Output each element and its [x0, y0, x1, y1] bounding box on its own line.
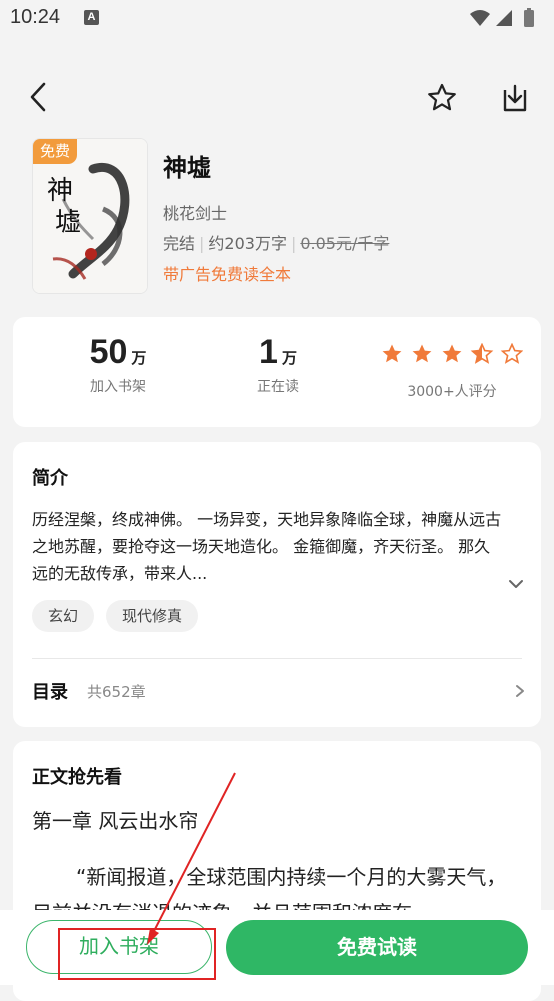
star-icon	[428, 83, 456, 111]
free-badge: 免费	[33, 139, 78, 164]
intro-card: 简介 历经涅槃，终成神佛。 一场异变，天地异象降临全球，神魔从远古之地苏醒，要抢…	[13, 442, 541, 727]
svg-text:神: 神	[47, 176, 73, 206]
shelf-label: 加入书架	[90, 379, 146, 395]
rating-label: 3000+人评分	[407, 384, 497, 400]
stats-card: 50 万 加入书架 1万 正在读 3000+人评分	[13, 317, 541, 427]
download-button[interactable]	[498, 82, 532, 114]
book-word-count: 约203万字	[208, 234, 287, 253]
star-full-icon	[412, 344, 432, 363]
download-icon	[503, 84, 527, 112]
chapter-title: 第一章 风云出水帘	[32, 809, 199, 833]
top-bar	[0, 70, 554, 124]
book-cover[interactable]: 神 墟 免费	[32, 138, 148, 294]
bottom-action-bar: 加入书架 免费试读	[0, 910, 554, 985]
book-meta: 完结 | 约203万字 | 0.05元/千字	[163, 234, 390, 253]
status-icons	[468, 8, 540, 34]
toc-row[interactable]: 目录 共652章	[13, 666, 541, 716]
divider	[32, 658, 522, 659]
shelf-unit: 万	[131, 349, 147, 367]
rating-stars	[382, 343, 523, 364]
preview-title: 正文抢先看	[32, 767, 122, 788]
free-read-button[interactable]: 免费试读	[226, 920, 528, 975]
stat-shelf: 50 万 加入书架	[63, 333, 173, 396]
book-author[interactable]: 桃花剑士	[163, 200, 227, 224]
star-half-icon	[471, 343, 493, 364]
reading-label: 正在读	[257, 379, 299, 395]
tag-modern-cultivation[interactable]: 现代修真	[106, 600, 199, 632]
star-full-icon	[382, 344, 402, 363]
toc-count: 共652章	[87, 683, 146, 701]
tag-xuanhuan[interactable]: 玄幻	[32, 600, 95, 632]
star-empty-icon	[501, 343, 523, 364]
wifi-signal-battery-icon	[470, 8, 534, 27]
notification-icon: A	[84, 10, 99, 25]
stat-rating: 3000+人评分	[377, 343, 527, 401]
expand-button[interactable]	[507, 576, 525, 590]
reading-unit: 万	[281, 349, 297, 367]
svg-text:墟: 墟	[55, 208, 81, 238]
stat-reading: 1万 正在读	[238, 333, 318, 396]
book-promo: 带广告免费读全本	[163, 265, 292, 284]
status-time: 10:24	[10, 6, 61, 28]
add-to-shelf-button[interactable]: 加入书架	[26, 920, 212, 974]
star-full-icon	[442, 344, 462, 363]
status-bar: 10:24 A	[0, 0, 554, 38]
intro-text: 历经涅槃，终成神佛。 一场异变，天地异象降临全球，神魔从远古之地苏醒，要抢夺这一…	[32, 510, 502, 583]
toc-label: 目录	[32, 682, 68, 703]
book-status: 完结	[163, 234, 196, 253]
favorite-button[interactable]	[426, 82, 458, 114]
back-arrow-icon	[30, 82, 46, 112]
back-button[interactable]	[24, 80, 54, 114]
book-title: 神墟	[163, 154, 211, 182]
intro-title: 简介	[32, 468, 68, 489]
shelf-count: 50	[89, 333, 128, 371]
book-price: 0.05元/千字	[300, 234, 390, 253]
chevron-down-icon	[509, 580, 523, 588]
chevron-right-icon	[516, 685, 524, 697]
reading-count: 1	[259, 333, 278, 371]
